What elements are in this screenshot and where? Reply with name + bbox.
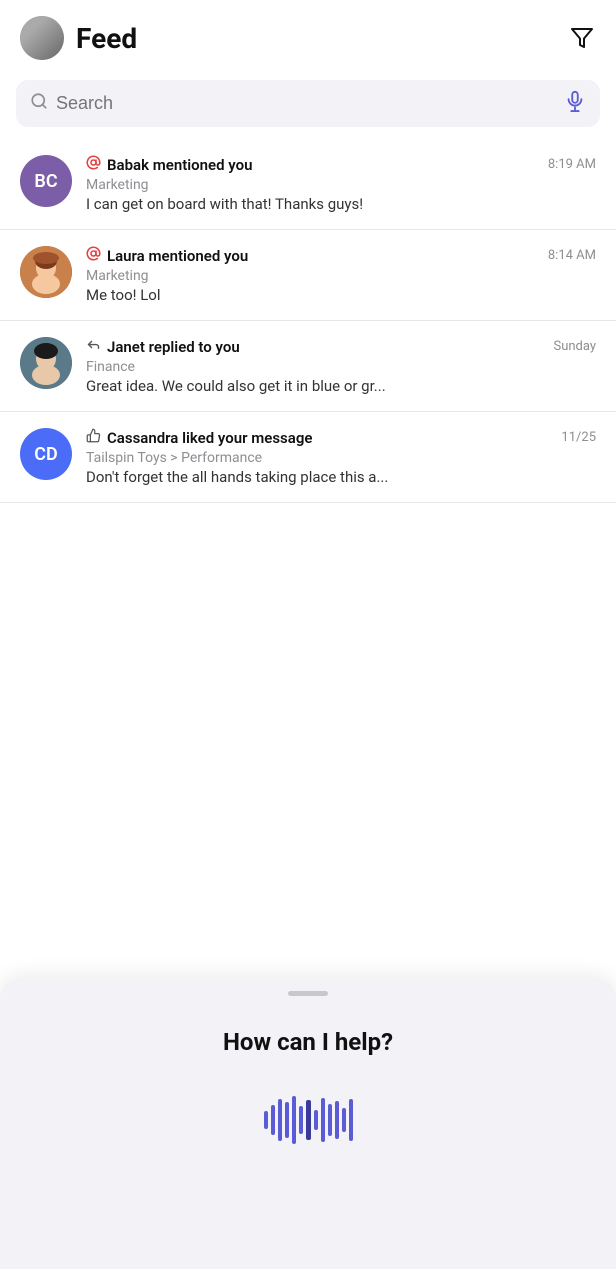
page-title: Feed <box>76 22 137 55</box>
feed-channel: Marketing <box>86 268 596 284</box>
feed-channel: Tailspin Toys > Performance <box>86 450 596 466</box>
feed-list: BC Babak mentioned you 8:19 AM Marketing… <box>0 139 616 503</box>
feed-action: Cassandra liked your message <box>86 428 312 447</box>
feed-item-laura[interactable]: Laura mentioned you 8:14 AM Marketing Me… <box>0 230 616 321</box>
waveform-bar <box>292 1096 296 1144</box>
feed-action: Babak mentioned you <box>86 155 252 174</box>
avatar-babak: BC <box>20 155 72 207</box>
search-bar[interactable] <box>16 80 600 127</box>
waveform-bar <box>278 1099 282 1141</box>
feed-timestamp: 11/25 <box>561 430 596 445</box>
laura-avatar-svg <box>20 246 72 298</box>
assistant-bottom-sheet: How can I help? <box>0 979 616 1269</box>
feed-channel: Marketing <box>86 177 596 193</box>
feed-item-babak[interactable]: BC Babak mentioned you 8:19 AM Marketing… <box>0 139 616 230</box>
reply-icon <box>86 337 101 356</box>
mention-icon <box>86 246 101 265</box>
search-icon <box>30 92 48 115</box>
avatar-janet <box>20 337 72 389</box>
feed-header-row: Cassandra liked your message 11/25 <box>86 428 596 447</box>
like-icon <box>86 428 101 447</box>
avatar-cassandra: CD <box>20 428 72 480</box>
waveform <box>264 1096 353 1144</box>
feed-channel: Finance <box>86 359 596 375</box>
feed-item-cassandra[interactable]: CD Cassandra liked your message 11/25 Ta… <box>0 412 616 503</box>
feed-timestamp: 8:19 AM <box>548 157 596 172</box>
feed-action-label: Laura mentioned you <box>107 247 248 265</box>
feed-action-label: Janet replied to you <box>107 338 240 356</box>
feed-header-row: Laura mentioned you 8:14 AM <box>86 246 596 265</box>
feed-action-label: Cassandra liked your message <box>107 429 312 447</box>
feed-header-row: Janet replied to you Sunday <box>86 337 596 356</box>
feed-message: Great idea. We could also get it in blue… <box>86 377 596 395</box>
feed-timestamp: 8:14 AM <box>548 248 596 263</box>
drag-handle[interactable] <box>288 991 328 996</box>
feed-content-janet: Janet replied to you Sunday Finance Grea… <box>86 337 596 395</box>
waveform-bar <box>321 1098 325 1142</box>
feed-content-cassandra: Cassandra liked your message 11/25 Tails… <box>86 428 596 486</box>
mention-icon <box>86 155 101 174</box>
waveform-bar <box>264 1111 268 1129</box>
header-left: Feed <box>20 16 137 60</box>
feed-action: Laura mentioned you <box>86 246 248 265</box>
mic-icon[interactable] <box>564 90 586 117</box>
feed-item-janet[interactable]: Janet replied to you Sunday Finance Grea… <box>0 321 616 412</box>
feed-timestamp: Sunday <box>553 339 596 354</box>
header: Feed <box>0 0 616 72</box>
waveform-bar <box>271 1105 275 1135</box>
avatar-laura <box>20 246 72 298</box>
waveform-bar <box>349 1099 353 1141</box>
user-avatar[interactable] <box>20 16 64 60</box>
waveform-bar <box>335 1101 339 1139</box>
waveform-bar <box>314 1110 318 1130</box>
feed-content-babak: Babak mentioned you 8:19 AM Marketing I … <box>86 155 596 213</box>
waveform-bar <box>306 1100 311 1140</box>
janet-avatar-svg <box>20 337 72 389</box>
waveform-bar <box>299 1106 303 1134</box>
waveform-bar <box>342 1108 346 1132</box>
filter-icon[interactable] <box>568 24 596 52</box>
search-input[interactable] <box>56 93 556 114</box>
assistant-title: How can I help? <box>223 1028 393 1056</box>
feed-action: Janet replied to you <box>86 337 240 356</box>
waveform-bar <box>285 1102 289 1138</box>
feed-content-laura: Laura mentioned you 8:14 AM Marketing Me… <box>86 246 596 304</box>
feed-message: Don't forget the all hands taking place … <box>86 468 596 486</box>
feed-header-row: Babak mentioned you 8:19 AM <box>86 155 596 174</box>
feed-message: Me too! Lol <box>86 286 596 304</box>
avatar-image <box>20 16 64 60</box>
feed-action-label: Babak mentioned you <box>107 156 252 174</box>
waveform-bar <box>328 1104 332 1136</box>
feed-message: I can get on board with that! Thanks guy… <box>86 195 596 213</box>
